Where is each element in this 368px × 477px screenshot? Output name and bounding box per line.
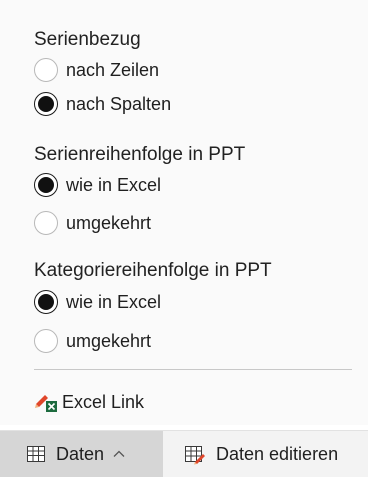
- radio-nach-zeilen[interactable]: nach Zeilen: [34, 55, 159, 85]
- radio-label: wie in Excel: [66, 174, 162, 195]
- serienreihenfolge-title: Serienreihenfolge in PPT: [34, 144, 246, 165]
- radio-circle: [34, 211, 58, 235]
- bottom-toolbar: Daten Daten editieren: [0, 430, 368, 477]
- daten-tab-label: Daten: [56, 443, 105, 464]
- excel-link-label: Excel Link: [62, 391, 145, 412]
- table-icon: [26, 444, 46, 464]
- edit-table-icon: [184, 443, 206, 465]
- chart-options-panel: Serienbezug nach Zeilen nach Spalten Ser…: [0, 0, 368, 425]
- radio-nach-spalten[interactable]: nach Spalten: [34, 89, 171, 119]
- daten-editieren-button[interactable]: Daten editieren: [184, 431, 338, 477]
- radio-label: wie in Excel: [66, 291, 162, 312]
- radio-label: umgekehrt: [66, 212, 152, 233]
- radio-circle: [34, 58, 58, 82]
- serienbezug-title: Serienbezug: [34, 29, 141, 50]
- divider: [34, 369, 352, 370]
- radio-label: nach Spalten: [66, 93, 172, 114]
- daten-tab[interactable]: Daten: [0, 431, 163, 477]
- chevron-up-icon: [112, 447, 126, 461]
- excel-link-icon: [34, 390, 58, 414]
- radio-serien-umgekehrt[interactable]: umgekehrt: [34, 208, 151, 238]
- radio-circle-checked: [34, 92, 58, 116]
- kategoriereihenfolge-title: Kategoriereihenfolge in PPT: [34, 260, 272, 281]
- excel-link-button[interactable]: Excel Link: [34, 390, 144, 414]
- radio-circle: [34, 329, 58, 353]
- radio-kategorie-umgekehrt[interactable]: umgekehrt: [34, 326, 151, 356]
- radio-circle-checked: [34, 290, 58, 314]
- radio-label: umgekehrt: [66, 330, 152, 351]
- radio-serien-wie-in-excel[interactable]: wie in Excel: [34, 170, 161, 200]
- daten-editieren-label: Daten editieren: [216, 443, 339, 464]
- radio-circle-checked: [34, 173, 58, 197]
- radio-label: nach Zeilen: [66, 59, 160, 80]
- radio-kategorie-wie-in-excel[interactable]: wie in Excel: [34, 287, 161, 317]
